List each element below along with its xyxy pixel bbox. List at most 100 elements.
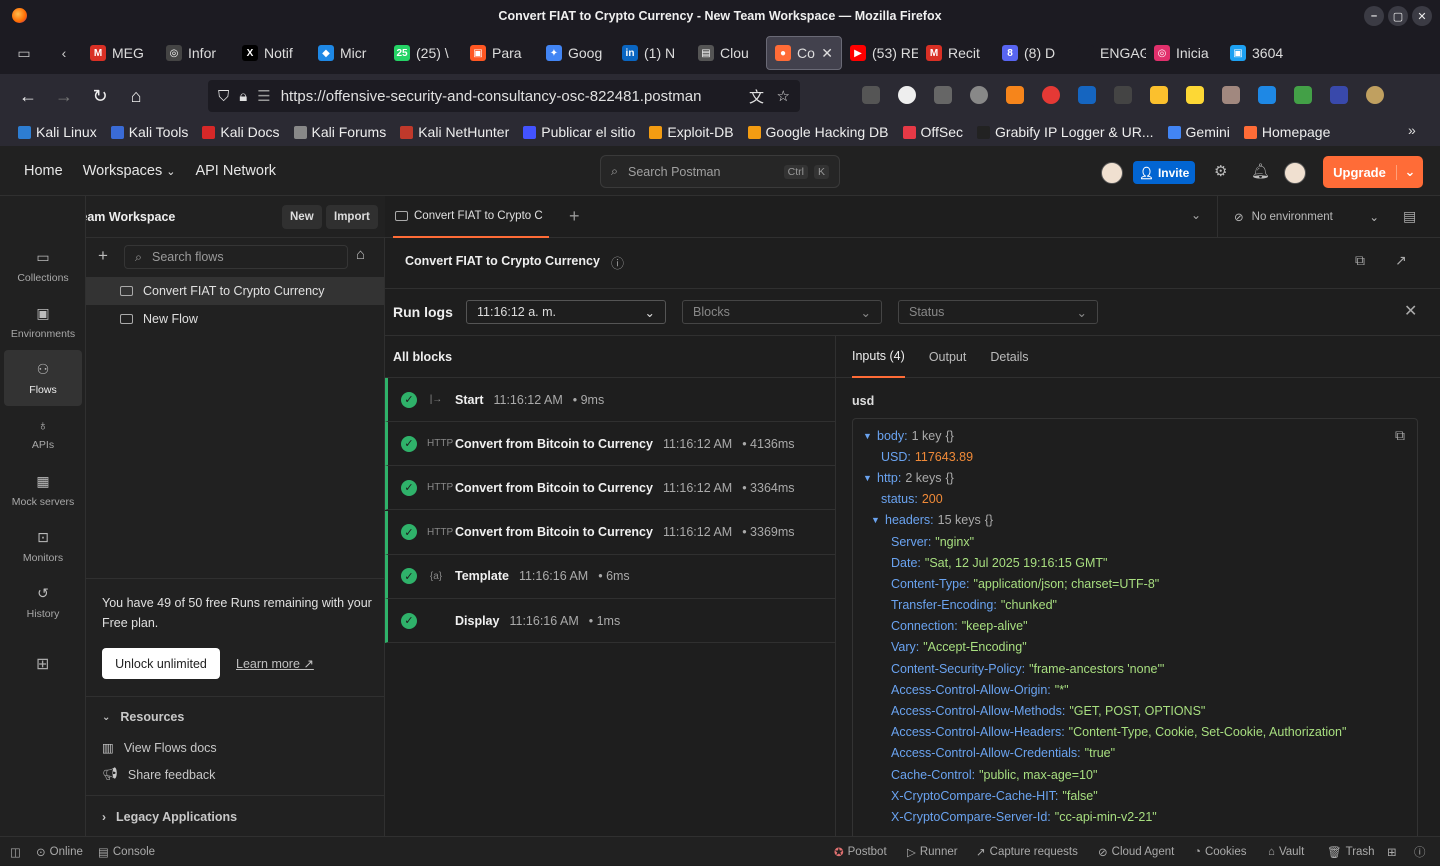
- extension-mask-icon[interactable]: [970, 86, 988, 104]
- resources-toggle[interactable]: ⌄ Resources: [102, 710, 184, 724]
- tab-inputs[interactable]: Inputs (4): [852, 336, 905, 378]
- home-icon[interactable]: ⌂: [118, 86, 154, 107]
- collapse-triangle-icon[interactable]: ▼: [871, 515, 881, 525]
- console-button[interactable]: ▤ Console: [98, 837, 155, 866]
- browser-tab[interactable]: ▤ Clou: [690, 36, 766, 70]
- forward-icon[interactable]: →: [46, 86, 82, 107]
- back-icon[interactable]: ←: [10, 86, 46, 107]
- tab-convert-flow[interactable]: Convert FIAT to Crypto C: [393, 196, 549, 238]
- url-bar[interactable]: ⛉ 🔒︎ ☰ https://offensive-security-and-co…: [208, 80, 800, 112]
- browser-tab[interactable]: ◎ Inicia: [1146, 36, 1222, 70]
- metamask-icon[interactable]: [1006, 86, 1024, 104]
- bookmark-item[interactable]: Kali NetHunter: [400, 124, 509, 140]
- add-flow-icon[interactable]: +: [98, 246, 108, 266]
- invite-button[interactable]: 👤︎ Invite: [1133, 161, 1195, 184]
- block-row[interactable]: ✓ Display 11:16:16 AM • 1ms: [385, 599, 835, 643]
- tab-overview-icon[interactable]: ▭: [12, 45, 36, 62]
- postbot-button[interactable]: ✪ Postbot: [834, 837, 887, 866]
- bookmark-item[interactable]: Kali Docs: [202, 124, 280, 140]
- upgrade-chevron-icon[interactable]: ⌄: [1397, 164, 1423, 180]
- flows-home-icon[interactable]: ⌂: [356, 246, 365, 263]
- tabs-dropdown-icon[interactable]: ⌄: [1191, 208, 1201, 222]
- cookies-button[interactable]: ◔ Cookies: [1194, 837, 1247, 866]
- extension-badge-icon[interactable]: [1150, 86, 1168, 104]
- trash-button[interactable]: 🗑︎ Trash: [1327, 837, 1375, 866]
- sidebar-item-apis[interactable]: ♁ APIs: [4, 406, 82, 462]
- collapse-triangle-icon[interactable]: ▼: [863, 473, 873, 483]
- bookmark-item[interactable]: OffSec: [902, 124, 963, 140]
- browser-tab[interactable]: ENGAGE: [1070, 36, 1146, 70]
- browser-tab[interactable]: X Notif: [234, 36, 310, 70]
- block-row[interactable]: ✓ HTTP Convert from Bitcoin to Currency …: [385, 510, 835, 555]
- close-run-logs-icon[interactable]: ✕: [1404, 301, 1417, 321]
- bookmark-item[interactable]: Gemini: [1167, 124, 1230, 140]
- extension-shield-icon[interactable]: [1294, 86, 1312, 104]
- postman-search[interactable]: ⌕ Search Postman Ctrl K: [600, 155, 840, 188]
- environment-selector[interactable]: ⊘ No environment ⌄: [1217, 196, 1387, 238]
- avatar[interactable]: [1101, 162, 1123, 184]
- extension-se-icon[interactable]: [1114, 86, 1132, 104]
- share-feedback-link[interactable]: 📢︎ Share feedback: [102, 767, 215, 782]
- bookmark-item[interactable]: Kali Forums: [293, 124, 386, 140]
- browser-tab[interactable]: ▣ 3604: [1222, 36, 1298, 70]
- bookmark-item[interactable]: Exploit-DB: [649, 124, 734, 140]
- user-avatar[interactable]: [1284, 162, 1306, 184]
- sidebar-item-collections[interactable]: ▭ Collections: [4, 238, 82, 294]
- flow-item[interactable]: Convert FIAT to Crypto Currency: [86, 277, 384, 305]
- notifications-bell-icon[interactable]: 🔔︎: [1251, 162, 1270, 180]
- adblock-icon[interactable]: [1042, 86, 1060, 104]
- new-tab-icon[interactable]: +: [569, 206, 580, 227]
- unlock-unlimited-button[interactable]: Unlock unlimited: [102, 648, 220, 679]
- share-icon[interactable]: ↗: [1395, 252, 1407, 269]
- block-row[interactable]: ✓ |→ Start 11:16:12 AM • 9ms: [385, 378, 835, 422]
- block-row[interactable]: ✓ HTTP Convert from Bitcoin to Currency …: [385, 422, 835, 467]
- runner-button[interactable]: ▷ Runner: [907, 837, 958, 866]
- browser-tab[interactable]: 8 (8) D: [994, 36, 1070, 70]
- extension-seal-icon[interactable]: [1366, 86, 1384, 104]
- bookmark-item[interactable]: Publicar el sitio: [523, 124, 635, 140]
- vault-button[interactable]: ⌂ Vault: [1268, 837, 1304, 866]
- toggle-sidebar-icon[interactable]: ◫: [10, 837, 21, 866]
- blocks-filter-select[interactable]: Blocks ⌄: [682, 300, 882, 324]
- bookmark-item[interactable]: Google Hacking DB: [747, 124, 889, 140]
- block-row[interactable]: ✓ {a} Template 11:16:16 AM • 6ms: [385, 554, 835, 599]
- bookmark-item[interactable]: Kali Tools: [110, 124, 188, 140]
- browser-tab[interactable]: ◎ Infor: [158, 36, 234, 70]
- nav-api-network[interactable]: API Network: [195, 163, 276, 179]
- extension-k-icon[interactable]: [898, 86, 916, 104]
- view-flows-docs-link[interactable]: ▥ View Flows docs: [102, 740, 217, 756]
- run-time-select[interactable]: 11:16:12 a. m. ⌄: [466, 300, 666, 324]
- nav-workspaces[interactable]: Workspaces ⌄: [83, 163, 176, 179]
- bookmarks-overflow-icon[interactable]: »: [1408, 122, 1416, 138]
- online-status[interactable]: ⊙ Online: [36, 837, 83, 866]
- bookmark-item[interactable]: Grabify IP Logger & UR...: [977, 124, 1154, 140]
- tab-output[interactable]: Output: [929, 350, 967, 364]
- bookmark-star-icon[interactable]: ☆: [777, 87, 790, 105]
- extensions-puzzle-icon[interactable]: [934, 86, 952, 104]
- extension-info-icon[interactable]: [1258, 86, 1276, 104]
- sidebar-item-history[interactable]: ↺ History: [4, 574, 82, 630]
- bookmark-item[interactable]: Homepage: [1243, 124, 1330, 140]
- import-button[interactable]: Import: [326, 205, 378, 229]
- nav-home[interactable]: Home: [24, 163, 63, 179]
- help-icon[interactable]: ⓘ: [1414, 837, 1426, 866]
- sidebar-item-monitors[interactable]: ⊡ Monitors: [4, 518, 82, 574]
- capture-requests-button[interactable]: ↗ Capture requests: [976, 837, 1078, 866]
- pocket-icon[interactable]: [862, 86, 880, 104]
- extension-x-icon[interactable]: [1330, 86, 1348, 104]
- block-row[interactable]: ✓ HTTP Convert from Bitcoin to Currency …: [385, 466, 835, 511]
- environment-quicklook-icon[interactable]: ▤: [1403, 208, 1416, 225]
- flow-search-input[interactable]: ⌕ Search flows: [124, 245, 348, 269]
- browser-tab[interactable]: ✦ Goog: [538, 36, 614, 70]
- bookmark-item[interactable]: Kali Linux: [18, 124, 97, 140]
- upgrade-button[interactable]: Upgrade ⌄: [1323, 156, 1423, 188]
- extension-dollar-icon[interactable]: [1186, 86, 1204, 104]
- new-button[interactable]: New: [282, 205, 322, 229]
- browser-tab[interactable]: ● Co ✕: [766, 36, 842, 70]
- minimize-button[interactable]: –: [1364, 6, 1384, 26]
- status-filter-select[interactable]: Status ⌄: [898, 300, 1098, 324]
- copy-icon[interactable]: ⧉: [1395, 427, 1405, 444]
- maximize-button[interactable]: ▢: [1388, 6, 1408, 26]
- layout-icon[interactable]: ⊞: [1387, 837, 1397, 866]
- collapse-triangle-icon[interactable]: ▼: [863, 431, 873, 441]
